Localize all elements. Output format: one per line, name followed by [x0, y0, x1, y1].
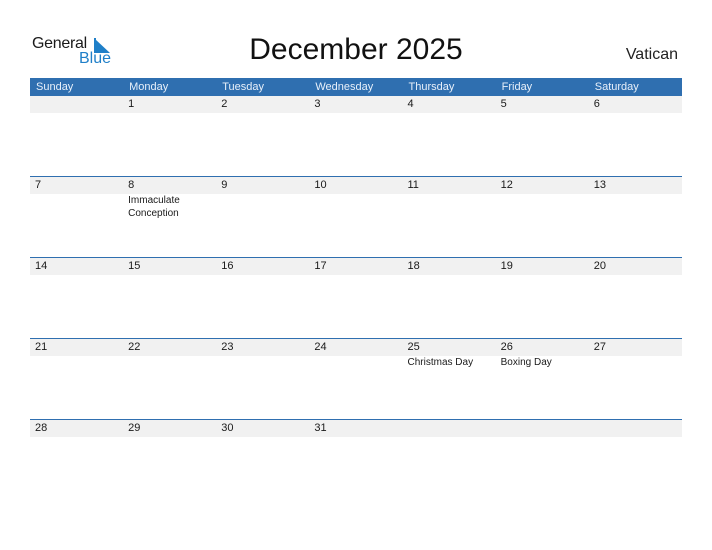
week-row: 28 29 30 31	[30, 419, 682, 501]
weekday-tuesday: Tuesday	[222, 81, 265, 93]
day-number: 7	[35, 179, 42, 191]
weekday-thursday: Thursday	[408, 81, 455, 93]
day-number: 8	[128, 179, 135, 191]
day-cell	[589, 420, 682, 501]
day-cell	[403, 420, 496, 501]
day-cell: 9	[216, 177, 309, 258]
holiday-label: Boxing Day	[500, 357, 552, 368]
day-cell: 10	[309, 177, 402, 258]
weekday-wednesday: Wednesday	[315, 81, 374, 93]
day-cell: 25 Christmas Day	[403, 339, 496, 420]
day-number: 21	[35, 341, 48, 353]
day-number: 2	[221, 98, 228, 110]
holiday-label: Immaculate Conception	[128, 195, 180, 219]
day-cell: 20	[589, 258, 682, 339]
day-number: 26	[500, 341, 513, 353]
day-number: 13	[593, 179, 606, 191]
day-number	[408, 420, 496, 437]
day-cell: 3	[309, 96, 402, 177]
day-cell: 5	[496, 96, 589, 177]
week-row: 1 2 3 4 5 6	[30, 96, 682, 177]
day-number: 25	[407, 341, 420, 353]
day-number: 12	[500, 179, 513, 191]
day-cell: 24	[309, 339, 402, 420]
day-cell: 26 Boxing Day	[496, 339, 589, 420]
day-cell: 22	[123, 339, 216, 420]
day-number: 30	[221, 422, 234, 434]
day-cell: 27	[589, 339, 682, 420]
day-number: 5	[500, 98, 507, 110]
day-cell: 6	[589, 96, 682, 177]
day-cell: 21	[30, 339, 123, 420]
day-cell: 7	[30, 177, 123, 258]
day-cell: 31	[309, 420, 402, 501]
day-number: 15	[128, 260, 141, 272]
day-number: 6	[593, 98, 600, 110]
day-number	[594, 420, 682, 437]
country-label: Vatican	[625, 46, 678, 63]
day-cell: 29	[123, 420, 216, 501]
day-cell: 1	[123, 96, 216, 177]
day-cell: 16	[216, 258, 309, 339]
week-row: 21 22 23 24 25 Christmas Day 26 Boxing Day 27	[30, 338, 682, 420]
day-cell	[30, 96, 123, 177]
holiday-label: Christmas Day	[407, 357, 474, 368]
day-cell: 4	[403, 96, 496, 177]
calendar-title: December 2025	[249, 33, 463, 66]
week-row: 7 8 Immaculate Conception 9 10 11 12 13	[30, 176, 682, 258]
day-number: 1	[128, 98, 135, 110]
day-number	[501, 420, 589, 437]
day-number: 23	[221, 341, 234, 353]
day-cell: 15	[123, 258, 216, 339]
day-cell: 2	[216, 96, 309, 177]
day-cell: 28	[30, 420, 123, 501]
day-number: 18	[407, 260, 420, 272]
day-number: 4	[407, 98, 414, 110]
day-cell: 30	[216, 420, 309, 501]
day-number: 29	[128, 422, 141, 434]
weekday-friday: Friday	[501, 81, 533, 93]
day-number: 22	[128, 341, 141, 353]
day-number: 9	[221, 179, 228, 191]
day-cell: 14	[30, 258, 123, 339]
day-number: 17	[314, 260, 327, 272]
weekday-saturday: Saturday	[594, 81, 639, 93]
day-number: 16	[221, 260, 234, 272]
day-number: 20	[593, 260, 606, 272]
weekday-sunday: Sunday	[36, 81, 74, 93]
day-number: 28	[35, 422, 48, 434]
day-cell: 13	[589, 177, 682, 258]
day-number: 19	[500, 260, 513, 272]
day-cell: 18	[403, 258, 496, 339]
day-number: 14	[35, 260, 48, 272]
day-cell: 8 Immaculate Conception	[123, 177, 216, 258]
day-cell: 23	[216, 339, 309, 420]
day-number: 27	[593, 341, 606, 353]
day-cell	[496, 420, 589, 501]
day-number: 3	[314, 98, 321, 110]
weekday-monday: Monday	[129, 81, 169, 93]
day-cell: 17	[309, 258, 402, 339]
day-cell: 12	[496, 177, 589, 258]
day-cell: 19	[496, 258, 589, 339]
day-number	[35, 96, 123, 113]
week-row: 14 15 16 17 18 19 20	[30, 257, 682, 339]
day-number: 24	[314, 341, 327, 353]
day-number: 10	[314, 179, 327, 191]
weekday-header: Sunday Monday Tuesday Wednesday Thursday…	[30, 78, 682, 96]
day-number: 11	[407, 179, 419, 191]
day-number: 31	[314, 422, 327, 434]
day-cell: 11	[403, 177, 496, 258]
